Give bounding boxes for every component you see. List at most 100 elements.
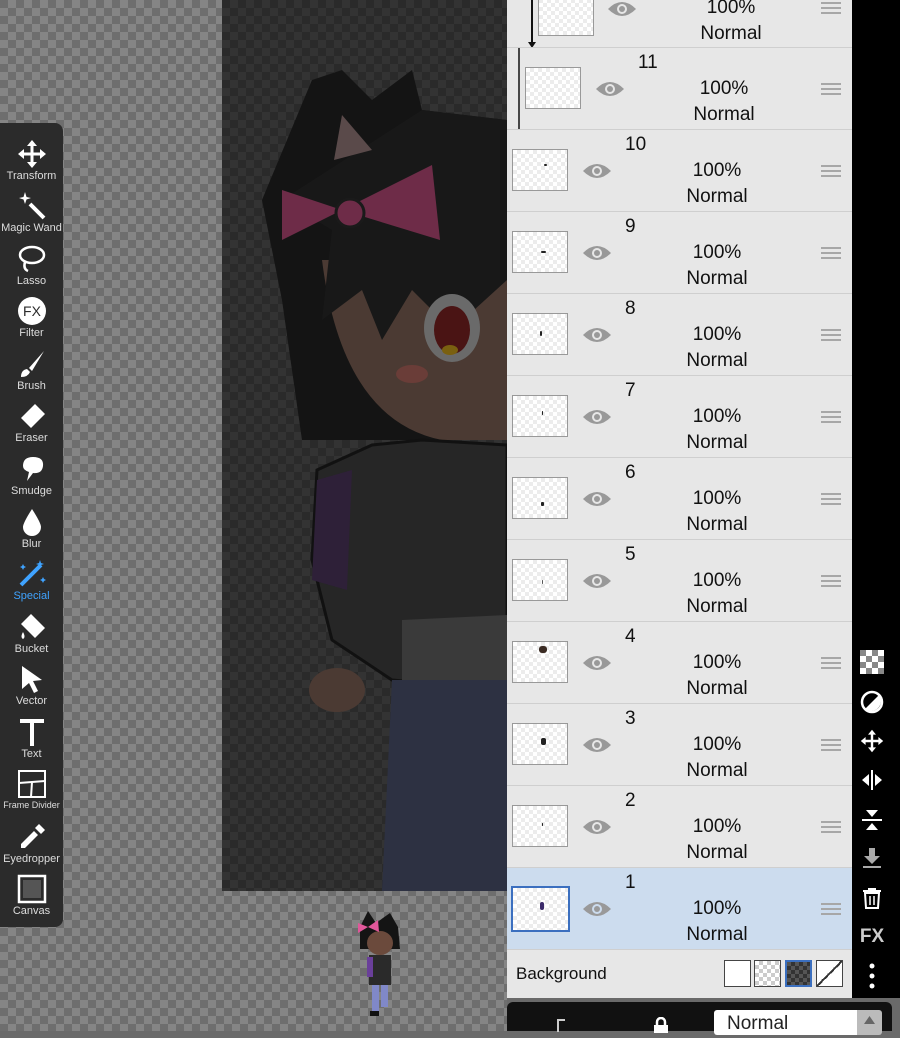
layer-opacity: 100% [692, 734, 742, 755]
layer-row-1[interactable]: 1 100% Normal [507, 868, 852, 950]
drag-handle-icon[interactable] [821, 247, 841, 261]
tool-canvas[interactable]: Canvas [0, 868, 63, 920]
layer-opacity: 100% [699, 78, 749, 99]
smudge-icon [22, 457, 43, 481]
drag-handle-icon[interactable] [821, 739, 841, 753]
tool-lasso[interactable]: Lasso [0, 238, 63, 290]
flip-vertical-icon[interactable] [852, 808, 892, 837]
background-dark-checker-option[interactable] [785, 960, 812, 987]
layer-row-5[interactable]: 5 100% Normal [507, 540, 852, 622]
layer-row-9[interactable]: 9 100% Normal [507, 212, 852, 294]
flip-horizontal-icon[interactable] [852, 768, 892, 797]
layer-row-10[interactable]: 10 100% Normal [507, 130, 852, 212]
drag-handle-icon[interactable] [821, 411, 841, 425]
background-light-checker-option[interactable] [754, 960, 781, 987]
layer-blend-mode: Normal [686, 350, 748, 371]
layer-thumbnail[interactable] [511, 886, 570, 932]
tool-brush[interactable]: Brush [0, 343, 63, 395]
merge-down-icon[interactable] [852, 846, 892, 875]
tool-smudge[interactable]: Smudge [0, 448, 63, 500]
drag-handle-icon[interactable] [821, 821, 841, 835]
layer-row-12[interactable]: 100% Normal [507, 0, 852, 48]
tool-label: Lasso [16, 275, 47, 287]
layer-opacity: 100% [692, 488, 742, 509]
eye-icon[interactable] [582, 161, 612, 181]
eye-icon[interactable] [582, 899, 612, 919]
layer-thumbnail[interactable] [512, 395, 568, 437]
layer-number: 5 [625, 544, 636, 565]
layer-number: 2 [625, 790, 636, 811]
drag-handle-icon[interactable] [821, 83, 841, 97]
tool-vector[interactable]: Vector [0, 658, 63, 710]
layer-thumbnail[interactable] [512, 231, 568, 273]
eye-icon[interactable] [582, 407, 612, 427]
tool-special[interactable]: Special [0, 553, 63, 605]
fx-circle-icon: FX [17, 297, 46, 325]
layer-row-8[interactable]: 8 100% Normal [507, 294, 852, 376]
layer-thumbnail[interactable] [512, 723, 568, 765]
layer-thumbnail[interactable] [512, 805, 568, 847]
layer-blend-mode: Normal [686, 760, 748, 781]
eye-icon[interactable] [595, 79, 625, 99]
trash-icon[interactable] [852, 886, 892, 915]
checker-icon[interactable] [852, 650, 892, 679]
tool-filter[interactable]: FX Filter [0, 290, 63, 342]
magic-wand-icon [18, 192, 45, 220]
eye-icon[interactable] [582, 735, 612, 755]
tool-bucket[interactable]: Bucket [0, 606, 63, 658]
layer-row-4[interactable]: 4 100% Normal [507, 622, 852, 704]
layer-thumbnail[interactable] [512, 149, 568, 191]
drag-handle-icon[interactable] [821, 2, 841, 16]
drag-handle-icon[interactable] [821, 329, 841, 343]
layer-thumbnail[interactable] [512, 641, 568, 683]
eye-icon[interactable] [582, 243, 612, 263]
tool-eraser[interactable]: Eraser [0, 395, 63, 447]
layer-thumbnail[interactable] [512, 313, 568, 355]
half-circle-icon[interactable] [852, 690, 892, 719]
tool-blur[interactable]: Blur [0, 501, 63, 553]
blend-mode-dropdown-arrow[interactable] [857, 1010, 882, 1035]
drag-handle-icon[interactable] [821, 575, 841, 589]
tool-frame-divider[interactable]: Frame Divider [0, 763, 63, 815]
background-none-option[interactable] [816, 960, 843, 987]
background-white-option[interactable] [724, 960, 751, 987]
layer-opacity: 100% [692, 652, 742, 673]
blend-mode-select[interactable]: Normal [714, 1010, 869, 1035]
layer-thumbnail[interactable] [512, 477, 568, 519]
layer-blend-mode: Normal [686, 842, 748, 863]
tool-label: Magic Wand [1, 222, 62, 234]
tool-magic-wand[interactable]: Magic Wand [0, 185, 63, 237]
eye-icon[interactable] [582, 571, 612, 591]
drag-handle-icon[interactable] [821, 493, 841, 507]
layer-row-3[interactable]: 3 100% Normal [507, 704, 852, 786]
drag-handle-icon[interactable] [821, 657, 841, 671]
eye-icon[interactable] [582, 817, 612, 837]
layer-thumbnail[interactable] [525, 67, 581, 109]
fx-text-icon[interactable]: FX [852, 926, 892, 948]
eye-icon[interactable] [582, 325, 612, 345]
character-preview [358, 911, 400, 1016]
layer-thumbnail[interactable] [538, 0, 594, 36]
lasso-icon [18, 245, 45, 273]
tool-text[interactable]: Text [0, 711, 63, 763]
move-icon[interactable] [852, 729, 892, 758]
tool-label: Canvas [12, 905, 51, 917]
more-vertical-icon[interactable] [852, 963, 892, 994]
eye-icon[interactable] [607, 0, 637, 19]
clip-icon[interactable] [555, 1018, 567, 1032]
layer-number: 10 [625, 134, 647, 155]
brush-icon [20, 351, 44, 377]
eye-icon[interactable] [582, 489, 612, 509]
drag-handle-icon[interactable] [821, 165, 841, 179]
layer-thumbnail[interactable] [512, 559, 568, 601]
layer-row-7[interactable]: 7 100% Normal [507, 376, 852, 458]
drag-handle-icon[interactable] [821, 903, 841, 917]
eye-icon[interactable] [582, 653, 612, 673]
layer-row-6[interactable]: 6 100% Normal [507, 458, 852, 540]
layer-row-11[interactable]: 11 100% Normal [507, 48, 852, 130]
layer-row-2[interactable]: 2 100% Normal [507, 786, 852, 868]
tool-label: Text [21, 748, 42, 760]
layer-number: 11 [638, 52, 658, 73]
tool-transform[interactable]: Transform [0, 133, 63, 185]
tool-eyedropper[interactable]: Eyedropper [0, 816, 63, 868]
